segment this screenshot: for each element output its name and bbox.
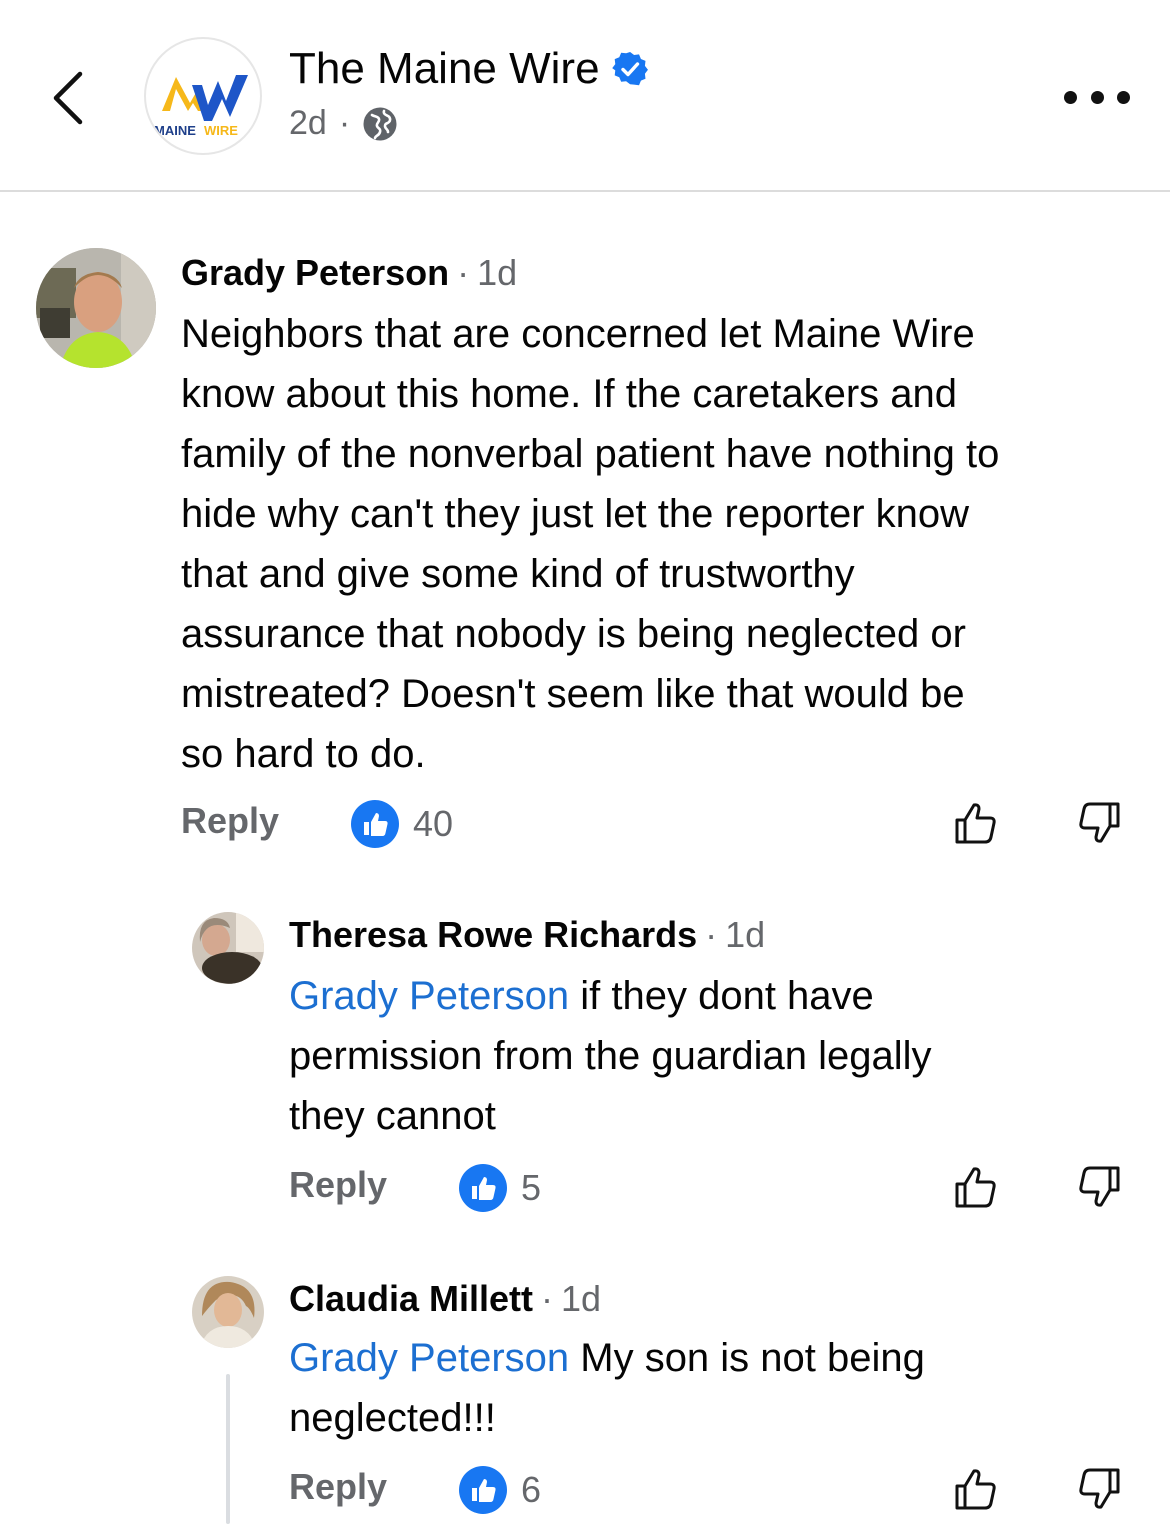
avatar[interactable] — [192, 912, 264, 984]
dislike-button[interactable] — [1074, 1464, 1124, 1514]
meta-separator: · — [338, 104, 351, 142]
logo-text-left: MAINE — [154, 123, 196, 138]
like-reaction-icon — [351, 800, 399, 848]
page-name[interactable]: The Maine Wire — [289, 44, 648, 94]
page-name-text[interactable]: The Maine Wire — [289, 44, 600, 94]
comment-author[interactable]: Theresa Rowe Richards — [289, 914, 697, 956]
reply-button[interactable]: Reply — [181, 800, 279, 842]
reply-button[interactable]: Reply — [289, 1164, 387, 1206]
post-meta: 2d · — [289, 104, 398, 143]
like-button[interactable] — [951, 1162, 1001, 1212]
thumbs-up-icon — [955, 1469, 996, 1510]
like-button[interactable] — [951, 1464, 1001, 1514]
like-button[interactable] — [951, 798, 1001, 848]
like-reaction-icon — [459, 1164, 507, 1212]
thumbs-up-icon — [955, 1167, 996, 1208]
like-count: 6 — [521, 1469, 542, 1510]
comment-actions: Reply 6 — [289, 1466, 1141, 1516]
comment-author[interactable]: Claudia Millett — [289, 1278, 533, 1320]
chevron-left-icon — [53, 71, 83, 125]
reply-comment: Theresa Rowe Richards · 1d Grady Peterson… — [0, 906, 1170, 1226]
logo-text-right: WIRE — [204, 123, 238, 138]
thumbs-down-icon — [1079, 1166, 1120, 1207]
globe-icon — [363, 107, 397, 140]
mention-link[interactable]: Grady Peterson — [289, 1336, 569, 1380]
mention-link[interactable]: Grady Peterson — [289, 974, 569, 1018]
thumbs-down-icon — [1079, 802, 1120, 843]
page-logo[interactable]: MAINE WIRE — [144, 37, 262, 155]
comment-text: Grady Peterson if they dont have permiss… — [289, 966, 1149, 1146]
reply-button[interactable]: Reply — [289, 1466, 387, 1508]
reaction-summary[interactable]: 40 — [351, 800, 453, 848]
maine-wire-logo: MAINE WIRE — [154, 75, 248, 138]
comment-actions: Reply 40 — [181, 800, 1141, 850]
comment-actions: Reply 5 — [289, 1164, 1141, 1214]
more-options-button[interactable] — [1064, 84, 1130, 110]
avatar[interactable] — [192, 1276, 264, 1348]
comment: Grady Peterson · 1d Neighbors that are co… — [0, 240, 1170, 860]
reaction-summary[interactable]: 5 — [459, 1164, 541, 1212]
back-button[interactable] — [40, 58, 96, 138]
avatar-photo — [192, 912, 264, 984]
thumbs-up-icon — [955, 803, 996, 844]
comment-text: Neighbors that are concerned let Maine W… — [181, 312, 1000, 776]
dislike-button[interactable] — [1074, 1162, 1124, 1212]
post-header: MAINE WIRE The Maine Wire 2d · — [0, 0, 1170, 192]
avatar[interactable] — [36, 248, 156, 368]
like-count: 5 — [521, 1167, 542, 1208]
like-count: 40 — [413, 803, 454, 844]
reply-comment: Claudia Millett · 1d Grady Peterson My so… — [0, 1270, 1170, 1518]
dislike-button[interactable] — [1074, 798, 1124, 848]
thumbs-down-icon — [1079, 1468, 1120, 1509]
post-age[interactable]: 2d — [289, 104, 327, 143]
comment-time[interactable]: · 1d — [533, 1278, 601, 1320]
verified-badge-icon — [611, 51, 648, 87]
reaction-summary[interactable]: 6 — [459, 1466, 541, 1514]
more-dots-icon — [1064, 90, 1077, 104]
comment-author[interactable]: Grady Peterson — [181, 252, 449, 294]
avatar-photo — [192, 1276, 264, 1348]
comment-text: Grady Peterson My son is not being negle… — [289, 1328, 1149, 1448]
like-reaction-icon — [459, 1466, 507, 1514]
comment-time[interactable]: · 1d — [697, 914, 765, 956]
comment-time[interactable]: · 1d — [449, 252, 517, 294]
avatar-photo — [36, 248, 156, 368]
